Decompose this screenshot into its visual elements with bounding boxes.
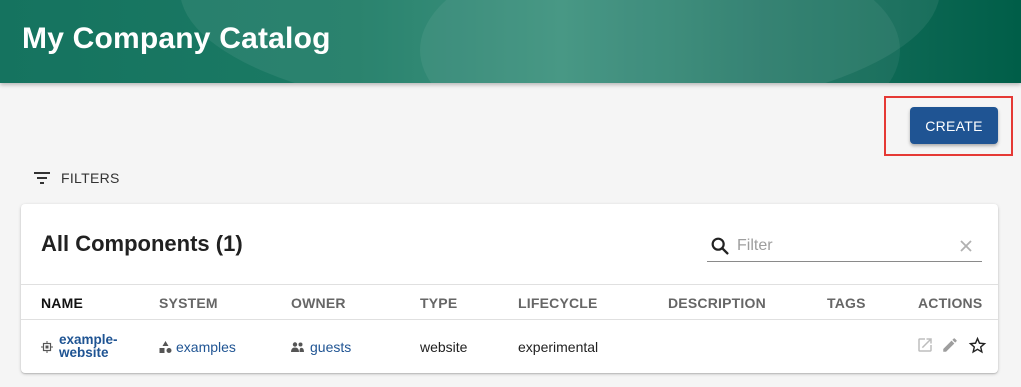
column-header-type[interactable]: TYPE (420, 295, 457, 311)
filter-field (707, 231, 982, 262)
owner-cell: guests (291, 339, 351, 355)
owner-link[interactable]: guests (310, 339, 351, 355)
star-outline-icon[interactable] (967, 335, 988, 356)
system-icon (159, 341, 172, 353)
table-header: NAME SYSTEM OWNER TYPE LIFECYCLE DESCRIP… (21, 284, 998, 320)
search-icon (709, 235, 731, 257)
name-cell: example- website (41, 333, 118, 359)
column-header-description[interactable]: DESCRIPTION (668, 295, 766, 311)
system-cell: examples (159, 339, 236, 355)
components-table: NAME SYSTEM OWNER TYPE LIFECYCLE DESCRIP… (21, 284, 998, 372)
group-icon (291, 342, 304, 352)
card-title: All Components (1) (41, 231, 243, 256)
column-header-name[interactable]: NAME (41, 295, 83, 311)
pencil-icon[interactable] (941, 336, 959, 354)
header-decoration (420, 0, 900, 83)
filters-label: FILTERS (61, 170, 120, 186)
page-title: My Company Catalog (22, 22, 331, 55)
filter-list-icon (34, 172, 50, 184)
column-header-lifecycle[interactable]: LIFECYCLE (518, 295, 598, 311)
components-card: All Components (1) NAME SYSTEM OWNER TYP… (21, 204, 998, 373)
component-icon (41, 341, 53, 353)
filters-button[interactable]: FILTERS (34, 168, 120, 188)
page-header: My Company Catalog (0, 0, 1021, 83)
close-icon[interactable] (957, 237, 975, 255)
create-button[interactable]: CREATE (910, 107, 998, 144)
filter-input[interactable] (737, 237, 947, 255)
table-row: example- website examples guests website… (21, 320, 998, 372)
column-header-owner[interactable]: OWNER (291, 295, 346, 311)
column-header-actions: ACTIONS (918, 295, 983, 311)
column-header-tags[interactable]: TAGS (827, 295, 866, 311)
component-name-link[interactable]: example- website (59, 333, 118, 360)
type-cell: website (420, 339, 468, 355)
open-in-new-icon[interactable] (916, 336, 934, 354)
column-header-system[interactable]: SYSTEM (159, 295, 218, 311)
lifecycle-cell: experimental (518, 339, 599, 355)
system-link[interactable]: examples (176, 339, 236, 355)
